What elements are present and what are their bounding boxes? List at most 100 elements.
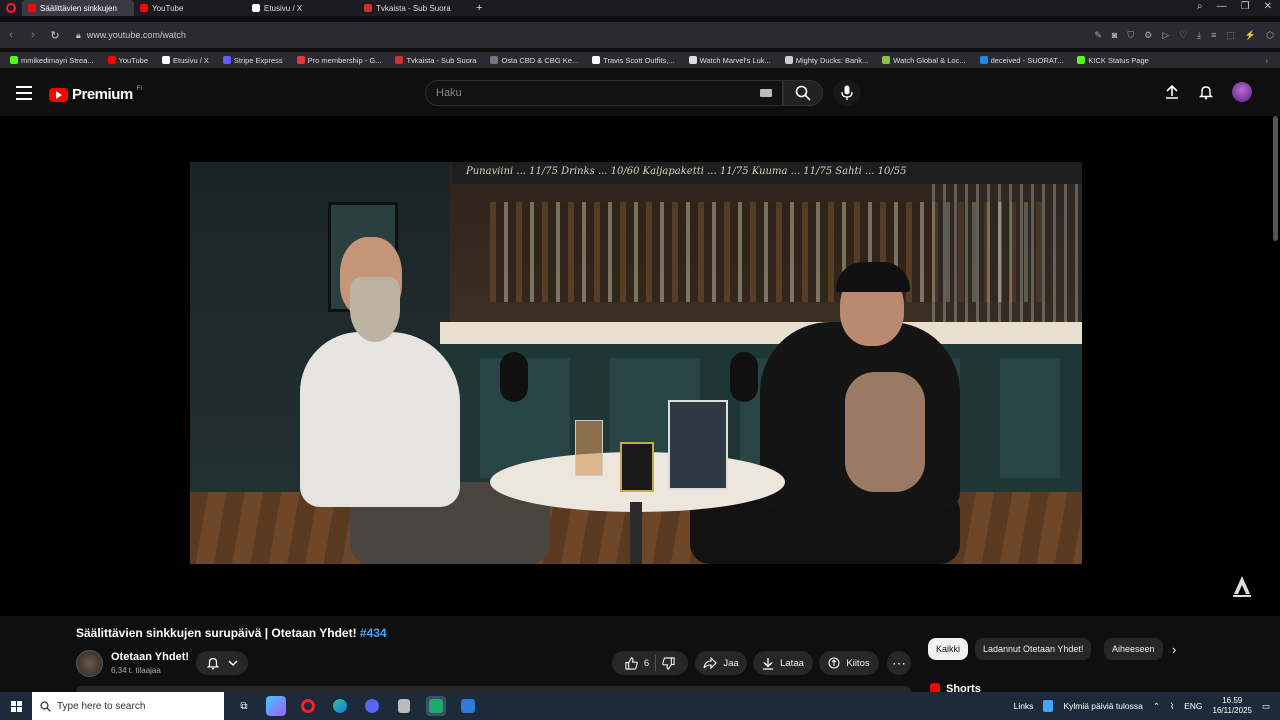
download-button[interactable]: Lataa: [753, 651, 813, 675]
bookmark-item[interactable]: Travis Scott Outfits,...: [592, 56, 675, 65]
wallet-icon[interactable]: ⬚: [1226, 30, 1235, 41]
channel-avatar[interactable]: [76, 650, 103, 677]
menu-icon[interactable]: ≡: [1211, 30, 1216, 41]
opera-taskbar-icon[interactable]: [298, 696, 318, 716]
subscription-notifications-button[interactable]: [196, 651, 248, 675]
bookmark-item[interactable]: Etusivu / X: [162, 56, 209, 65]
weather-text[interactable]: Kylmiä päiviä tulossa: [1063, 701, 1142, 711]
notifications-bell-icon[interactable]: [1198, 84, 1214, 100]
video-title-text: Säälittävien sinkkujen surupäivä | Oteta…: [76, 626, 357, 640]
search-placeholder: Haku: [436, 87, 462, 99]
play-icon[interactable]: ▷: [1162, 30, 1169, 41]
bookmark-label: Etusivu / X: [173, 55, 209, 65]
voice-search-button[interactable]: [833, 80, 861, 106]
links-toolbar[interactable]: Links: [1014, 701, 1034, 711]
tab-youtube[interactable]: YouTube: [134, 0, 246, 16]
bookmark-favicon-icon: [395, 56, 404, 64]
channel-watermark-icon[interactable]: [1230, 574, 1254, 598]
language-indicator[interactable]: ENG: [1184, 701, 1202, 711]
hamburger-menu-icon[interactable]: [16, 86, 32, 104]
new-tab-plus-icon[interactable]: +: [476, 2, 482, 14]
bookmark-item[interactable]: Pro membership - G...: [296, 55, 382, 65]
notification-center-icon[interactable]: ▭: [1262, 701, 1270, 712]
youtube-premium-logo[interactable]: Premium FI: [49, 86, 142, 103]
more-actions-button[interactable]: ⋯: [887, 651, 911, 675]
bookmark-item[interactable]: Watch Marvel's Luk...: [688, 56, 771, 65]
camera-icon[interactable]: ◙: [1112, 30, 1117, 41]
download-icon[interactable]: ⤓: [1197, 30, 1201, 41]
chip-all[interactable]: Kaikki: [928, 638, 969, 660]
bookmark-item[interactable]: mmikedimayn Strea...: [10, 56, 94, 65]
network-icon[interactable]: ⌇: [1170, 701, 1174, 712]
search-button[interactable]: [783, 80, 823, 106]
tab-label: Etusivu / X: [264, 3, 303, 13]
keyboard-icon[interactable]: [760, 89, 772, 97]
bookmark-item[interactable]: deceived - SUORAT...: [979, 56, 1063, 65]
clock[interactable]: 16.59 16/11/2025: [1213, 696, 1252, 716]
bookmark-favicon-icon: [162, 56, 171, 64]
reload-icon[interactable]: ↻: [44, 29, 66, 42]
vpn-icon[interactable]: ⚙: [1144, 30, 1152, 41]
taskbar-search-field[interactable]: Type here to search: [32, 692, 224, 720]
search-input[interactable]: Haku: [425, 80, 783, 106]
chevron-right-icon[interactable]: ›: [1172, 642, 1176, 657]
browser-tab-strip: Säälittävien sinkkujen YouTube Etusivu /…: [0, 0, 1280, 16]
bookmark-item[interactable]: YouTube: [107, 55, 149, 65]
bookmark-item[interactable]: KICK Status Page: [1077, 55, 1149, 65]
chip-from-channel[interactable]: Ladannut Otetaan Yhdet!: [975, 638, 1092, 660]
url-field[interactable]: 🔒︎ www.youtube.com/watch: [76, 30, 186, 41]
bookmark-item[interactable]: Mighty Ducks: Bank...: [784, 56, 868, 65]
copilot-icon[interactable]: [266, 696, 286, 716]
aria-icon[interactable]: ⚡: [1245, 30, 1256, 41]
channel-name[interactable]: Otetaan Yhdet!: [111, 651, 189, 663]
account-avatar[interactable]: [1232, 82, 1252, 102]
restore-icon[interactable]: ❐: [1241, 1, 1250, 12]
upload-icon[interactable]: [1164, 84, 1180, 100]
extensions-icon[interactable]: ⬡: [1266, 30, 1274, 41]
tab-current-video[interactable]: Säälittävien sinkkujen: [22, 0, 134, 16]
bookmark-label: YouTube: [118, 55, 149, 65]
shield-icon[interactable]: ⛉: [1127, 30, 1134, 41]
thumbs-up-icon[interactable]: [625, 656, 638, 670]
edit-icon[interactable]: ✎: [1094, 30, 1102, 41]
search-icon: [795, 85, 811, 101]
start-button[interactable]: [0, 700, 32, 712]
thanks-button[interactable]: Kiitos: [819, 651, 879, 675]
bookmark-label: KICK Status Page: [1088, 55, 1149, 65]
subscriber-count: 6,34 t. tilaajaa: [111, 666, 161, 675]
video-hashtag[interactable]: #434: [360, 626, 387, 640]
bookmark-item[interactable]: Stripe Express: [222, 56, 283, 65]
tab-x[interactable]: Etusivu / X: [246, 0, 358, 16]
thumbs-down-icon[interactable]: [662, 656, 675, 670]
bell-icon: [206, 658, 220, 670]
chip-related[interactable]: Aiheeseen: [1104, 638, 1163, 660]
video-player-area[interactable]: Punaviini ... 11/75 Drinks ... 10/60 Kal…: [0, 116, 1280, 616]
video-frame[interactable]: Punaviini ... 11/75 Drinks ... 10/60 Kal…: [190, 162, 1082, 564]
minimize-icon[interactable]: —: [1217, 1, 1227, 12]
discord-icon[interactable]: [362, 696, 382, 716]
bookmark-label: Pro membership - G...: [307, 55, 382, 65]
bookmark-item[interactable]: Watch Global & Loc...: [882, 56, 966, 65]
heart-icon[interactable]: ♡: [1179, 30, 1187, 41]
obs-icon[interactable]: [426, 696, 446, 716]
back-arrow-icon[interactable]: ‹: [0, 29, 22, 41]
tray-overflow-chevron-icon[interactable]: ⌃: [1153, 701, 1160, 712]
whiteboard-icon[interactable]: [458, 696, 478, 716]
video-title: Säälittävien sinkkujen surupäivä | Oteta…: [76, 626, 387, 640]
bookmark-item[interactable]: Tvkaista - Sub Suora: [395, 56, 476, 65]
close-icon[interactable]: ✕: [1264, 1, 1272, 12]
shield-app-icon[interactable]: [394, 696, 414, 716]
edge-icon[interactable]: [330, 696, 350, 716]
share-button[interactable]: Jaa: [695, 651, 747, 675]
forward-arrow-icon[interactable]: ›: [22, 29, 44, 41]
bookmarks-overflow-icon[interactable]: ›: [1266, 56, 1269, 65]
page-scrollbar[interactable]: [1273, 116, 1278, 241]
like-count: 6: [643, 657, 650, 669]
bookmark-item[interactable]: Osta CBD & CBG Ke...: [490, 56, 578, 65]
x-favicon-icon: [252, 4, 260, 12]
opera-logo-icon[interactable]: [6, 3, 16, 13]
search-tabs-icon[interactable]: ⌕: [1197, 1, 1203, 12]
scene-counter-top: [440, 322, 1082, 344]
task-view-icon[interactable]: ⧉: [234, 696, 254, 716]
tab-tvkaista[interactable]: Tvkaista - Sub Suora: [358, 0, 470, 16]
